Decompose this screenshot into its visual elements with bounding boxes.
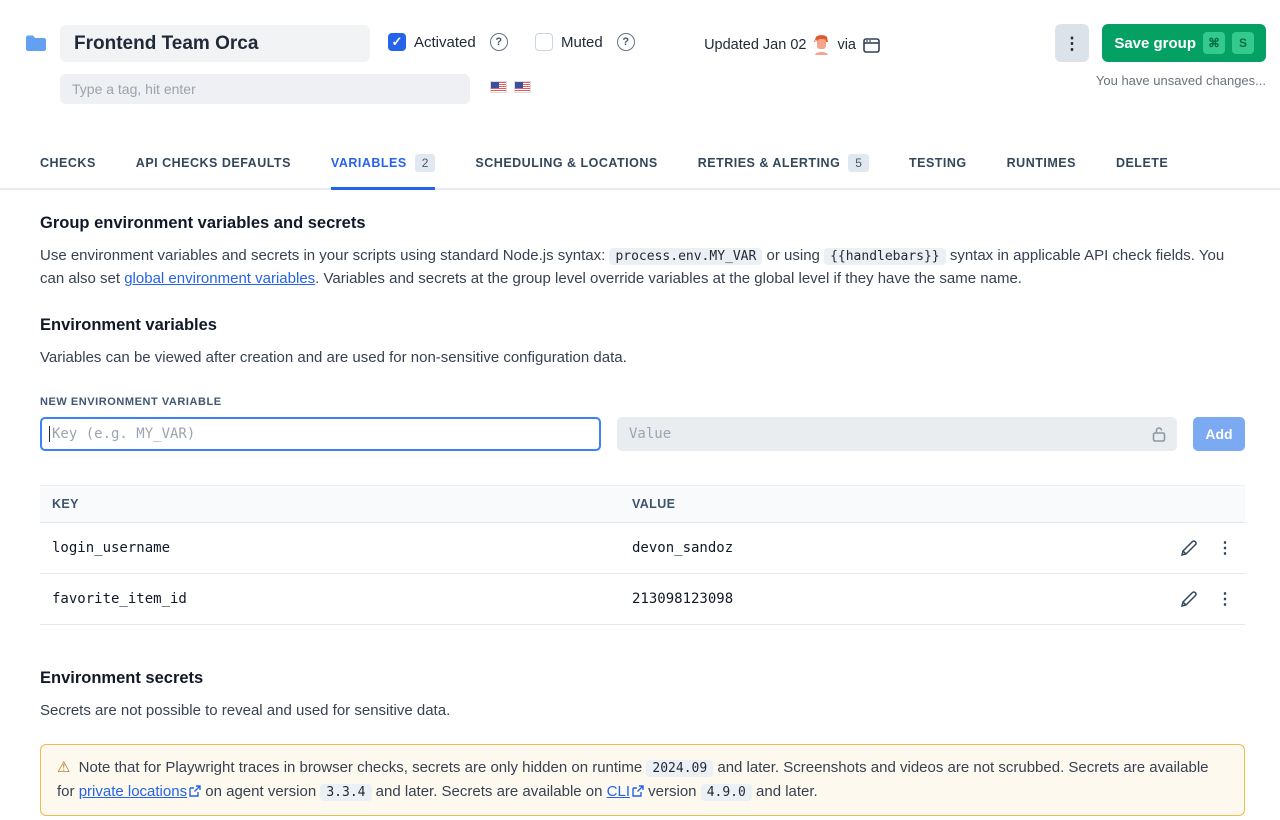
global-env-vars-link[interactable]: global environment variables xyxy=(124,270,315,287)
muted-help-icon[interactable]: ? xyxy=(617,33,635,51)
us-flag-icon xyxy=(490,81,507,93)
key-column-header: KEY xyxy=(40,486,620,523)
browser-icon xyxy=(863,38,880,53)
row-menu-button[interactable]: ⋮ xyxy=(1217,538,1233,558)
group-name-input[interactable] xyxy=(60,25,370,62)
env-secrets-description: Secrets are not possible to reveal and u… xyxy=(40,700,1245,722)
us-flag-icon xyxy=(514,81,531,93)
edit-variable-button[interactable] xyxy=(1180,591,1197,608)
variables-panel: Group environment variables and secrets … xyxy=(0,190,1280,820)
tab-scheduling-locations[interactable]: SCHEDULING & LOCATIONS xyxy=(475,142,657,190)
unsaved-changes-text: You have unsaved changes... xyxy=(1096,73,1266,88)
updated-timestamp: Updated Jan 02 xyxy=(704,37,806,53)
activated-label: Activated xyxy=(414,34,476,51)
code-handlebars: {{handlebars}} xyxy=(824,248,946,265)
env-variables-description: Variables can be viewed after creation a… xyxy=(40,347,1245,369)
agent-version-chip: 3.3.4 xyxy=(320,784,371,801)
code-process-env: process.env.MY_VAR xyxy=(609,248,762,265)
variable-key-input[interactable] xyxy=(40,417,601,451)
group-header: ✓ Activated ? Muted ? Updated Jan 02 via… xyxy=(0,0,1280,112)
variable-key: favorite_item_id xyxy=(40,574,620,625)
save-group-button[interactable]: Save group ⌘ S xyxy=(1102,24,1266,62)
secrets-warning-note: ⚠ Note that for Playwright traces in bro… xyxy=(40,744,1245,816)
table-header-row: KEY VALUE xyxy=(40,486,1245,523)
cli-link[interactable]: CLI xyxy=(607,783,630,800)
table-row: favorite_item_id 213098123098 ⋮ xyxy=(40,574,1245,625)
variable-value: devon_sandoz xyxy=(620,523,1165,574)
tab-runtimes[interactable]: RUNTIMES xyxy=(1007,142,1076,190)
value-column-header: VALUE xyxy=(620,486,1165,523)
table-row: login_username devon_sandoz ⋮ xyxy=(40,523,1245,574)
tab-delete[interactable]: DELETE xyxy=(1116,142,1168,190)
external-link-icon xyxy=(189,785,201,797)
activated-help-icon[interactable]: ? xyxy=(490,33,508,51)
tab-checks[interactable]: CHECKS xyxy=(40,142,96,190)
muted-label: Muted xyxy=(561,34,603,51)
section-description: Use environment variables and secrets in… xyxy=(40,245,1245,290)
user-avatar xyxy=(813,35,830,55)
private-locations-link[interactable]: private locations xyxy=(79,783,187,800)
new-variable-form: Add xyxy=(40,417,1245,451)
cmd-key-badge: ⌘ xyxy=(1203,32,1225,54)
env-secrets-title: Environment secrets xyxy=(40,669,1245,688)
variables-table: KEY VALUE login_username devon_sandoz ⋮ … xyxy=(40,485,1245,625)
warning-icon: ⚠ xyxy=(57,759,70,776)
runtime-version-chip: 2024.09 xyxy=(646,760,713,777)
external-link-icon xyxy=(632,785,644,797)
tab-variables[interactable]: VARIABLES 2 xyxy=(331,142,436,190)
new-env-variable-label: NEW ENVIRONMENT VARIABLE xyxy=(40,396,1245,408)
variable-key: login_username xyxy=(40,523,620,574)
cli-version-chip: 4.9.0 xyxy=(701,784,752,801)
variables-count-badge: 2 xyxy=(415,154,436,172)
add-variable-button[interactable]: Add xyxy=(1193,417,1245,451)
section-title: Group environment variables and secrets xyxy=(40,214,1245,233)
tag-input[interactable] xyxy=(60,74,470,104)
tab-api-checks-defaults[interactable]: API CHECKS DEFAULTS xyxy=(136,142,291,190)
group-tabs: CHECKS API CHECKS DEFAULTS VARIABLES 2 S… xyxy=(0,142,1280,190)
retries-count-badge: 5 xyxy=(848,154,869,172)
via-label: via xyxy=(837,37,856,53)
muted-checkbox[interactable] xyxy=(535,33,553,51)
s-key-badge: S xyxy=(1232,32,1254,54)
folder-icon xyxy=(25,33,47,53)
save-group-label: Save group xyxy=(1114,35,1196,52)
variable-value-input[interactable] xyxy=(617,417,1177,451)
tab-retries-alerting[interactable]: RETRIES & ALERTING 5 xyxy=(698,142,869,190)
edit-variable-button[interactable] xyxy=(1180,540,1197,557)
activated-checkbox[interactable]: ✓ xyxy=(388,33,406,51)
text-caret xyxy=(49,426,50,442)
tab-testing[interactable]: TESTING xyxy=(909,142,967,190)
unlock-icon xyxy=(1152,426,1166,442)
env-variables-title: Environment variables xyxy=(40,316,1245,335)
variable-value: 213098123098 xyxy=(620,574,1165,625)
more-actions-button[interactable]: ⋮ xyxy=(1055,24,1089,62)
row-menu-button[interactable]: ⋮ xyxy=(1217,589,1233,609)
location-flags xyxy=(490,81,531,93)
